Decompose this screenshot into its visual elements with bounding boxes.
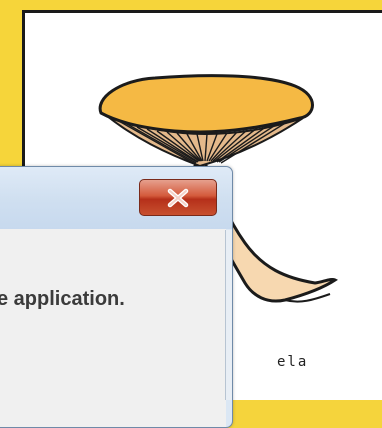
dialog-right-edge: [225, 230, 232, 400]
close-icon: [167, 188, 189, 207]
canvas-caption: ela: [277, 354, 309, 370]
canvas-top-border: [0, 0, 382, 10]
dialog-message: e application.: [0, 288, 125, 310]
close-button[interactable]: [139, 179, 217, 216]
dialog-body: [0, 229, 226, 427]
